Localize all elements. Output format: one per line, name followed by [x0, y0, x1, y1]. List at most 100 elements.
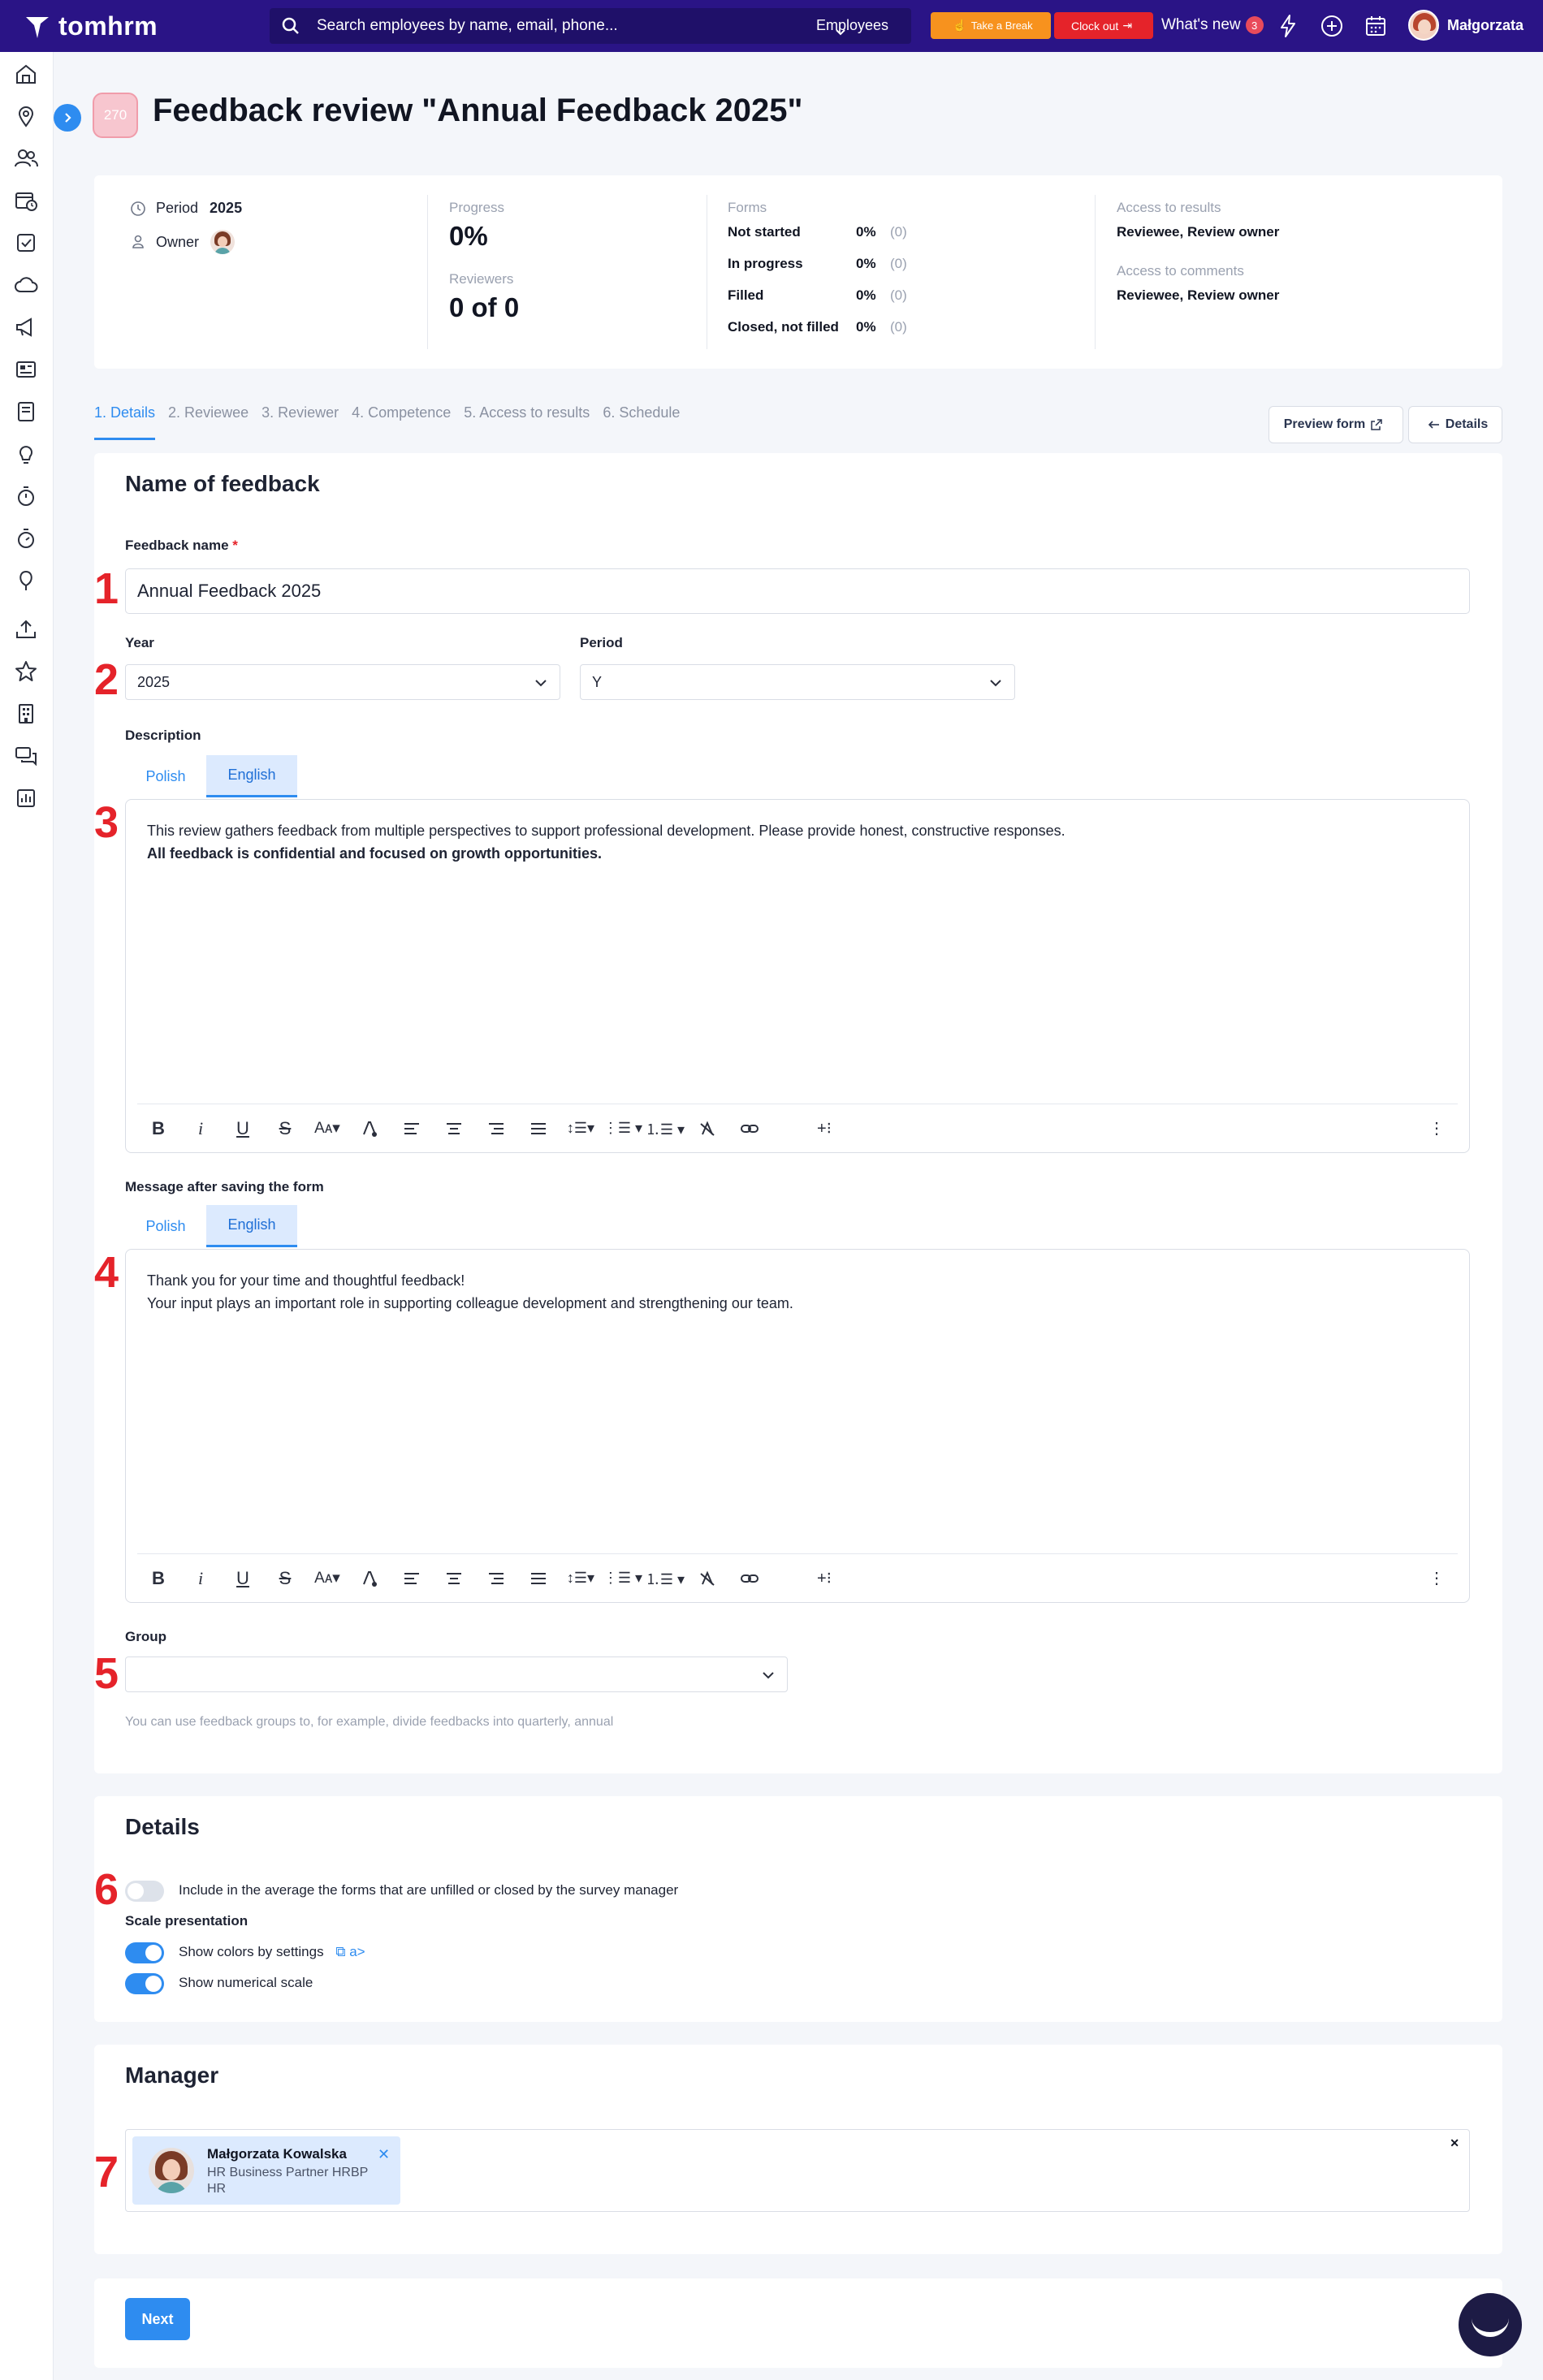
checkbox-icon[interactable]	[14, 231, 40, 257]
tab-access-to-results[interactable]: 5. Access to results	[464, 404, 590, 440]
forms-label: Forms	[728, 200, 767, 215]
home-icon[interactable]	[14, 62, 40, 88]
description-editor[interactable]: This review gathers feedback from multip…	[125, 799, 1470, 1153]
remove-manager-icon[interactable]: ✕	[378, 2146, 390, 2163]
tab-reviewer[interactable]: 3. Reviewer	[261, 404, 339, 440]
user-menu[interactable]: Małgorzata	[1408, 10, 1524, 41]
underline-button[interactable]: U	[222, 1104, 264, 1153]
tab-english[interactable]: English	[206, 1205, 297, 1247]
align-justify-button[interactable]	[517, 1554, 560, 1603]
clear-format-button[interactable]	[686, 1104, 728, 1153]
search-scope-dropdown[interactable]: Employees	[816, 17, 888, 36]
align-right-button[interactable]	[475, 1104, 517, 1153]
lightbulb-icon[interactable]	[14, 442, 40, 468]
cloud-icon[interactable]	[14, 273, 40, 299]
line-height-button[interactable]: ↕☰▾	[560, 1104, 602, 1153]
news-icon[interactable]	[14, 357, 40, 383]
chat-icon[interactable]	[14, 744, 40, 770]
align-justify-icon	[531, 1122, 546, 1134]
bold-button[interactable]: B	[137, 1554, 179, 1603]
align-left-button[interactable]	[391, 1104, 433, 1153]
timer-icon[interactable]	[14, 484, 40, 510]
italic-button[interactable]: i	[179, 1554, 222, 1603]
map-pin-icon[interactable]	[14, 104, 40, 130]
insert-more-button[interactable]: +⁝	[803, 1104, 845, 1153]
forms-row: Filled 0% (0)	[728, 287, 907, 303]
text-color-button[interactable]	[348, 1104, 391, 1153]
message-content[interactable]: Thank you for your time and thoughtful f…	[147, 1269, 793, 1315]
calendar-clock-icon[interactable]	[14, 188, 40, 214]
font-size-button[interactable]: Aᴀ▾	[306, 1104, 348, 1153]
take-break-button[interactable]: ☝ Take a Break	[931, 12, 1051, 39]
next-button[interactable]: Next	[125, 2298, 190, 2340]
clear-format-button[interactable]	[686, 1554, 728, 1603]
more-options-button[interactable]: ⋮	[1415, 1554, 1458, 1603]
align-right-button[interactable]	[475, 1554, 517, 1603]
clock-out-button[interactable]: Clock out ⇥	[1054, 12, 1153, 39]
book-icon[interactable]	[14, 400, 40, 425]
align-center-button[interactable]	[433, 1554, 475, 1603]
clear-selection-icon[interactable]: ✕	[1450, 2136, 1459, 2150]
link-button[interactable]	[728, 1104, 771, 1153]
period-select[interactable]: Y	[580, 664, 1015, 700]
more-options-button[interactable]: ⋮	[1415, 1104, 1458, 1153]
calendar-icon[interactable]	[1363, 13, 1389, 39]
balloon-icon[interactable]	[14, 568, 40, 594]
chevron-down-icon	[990, 680, 1001, 687]
global-search[interactable]: Employees	[270, 8, 911, 44]
add-circle-icon[interactable]	[1319, 13, 1345, 39]
tab-reviewee[interactable]: 2. Reviewee	[168, 404, 249, 440]
underline-button[interactable]: U	[222, 1554, 264, 1603]
details-back-button[interactable]: Details	[1408, 406, 1502, 443]
italic-button[interactable]: i	[179, 1104, 222, 1153]
insert-more-button[interactable]: +⁝	[803, 1554, 845, 1603]
tab-polish[interactable]: Polish	[125, 755, 206, 797]
sidebar-expand-button[interactable]	[54, 104, 81, 132]
link-button[interactable]	[728, 1554, 771, 1603]
tab-english[interactable]: English	[206, 755, 297, 797]
font-size-button[interactable]: Aᴀ▾	[306, 1554, 348, 1603]
settings-link[interactable]: ⧉ a>	[335, 1944, 365, 1959]
numbered-list-button[interactable]: ⒈☰ ▾	[644, 1554, 686, 1603]
chevron-down-icon	[836, 29, 845, 36]
description-content[interactable]: This review gathers feedback from multip…	[147, 819, 1065, 865]
feedback-name-input[interactable]	[125, 568, 1470, 614]
upload-icon[interactable]	[14, 617, 40, 643]
year-select[interactable]: 2025	[125, 664, 560, 700]
tab-polish[interactable]: Polish	[125, 1205, 206, 1247]
stopwatch-icon[interactable]	[14, 526, 40, 552]
preview-form-button[interactable]: Preview form	[1269, 406, 1403, 443]
whats-new-link[interactable]: What's new 3	[1161, 16, 1264, 34]
numbered-list-button[interactable]: ⒈☰ ▾	[644, 1104, 686, 1153]
align-center-button[interactable]	[433, 1104, 475, 1153]
people-icon[interactable]	[14, 146, 40, 172]
user-name: Małgorzata	[1447, 16, 1524, 33]
building-icon[interactable]	[14, 702, 40, 728]
strikethrough-button[interactable]: S	[264, 1554, 306, 1603]
star-icon[interactable]	[14, 659, 40, 685]
line-height-button[interactable]: ↕☰▾	[560, 1554, 602, 1603]
bold-button[interactable]: B	[137, 1104, 179, 1153]
report-icon[interactable]	[14, 786, 40, 812]
support-chat-icon[interactable]	[1459, 2293, 1522, 2356]
message-editor[interactable]: Thank you for your time and thoughtful f…	[125, 1249, 1470, 1603]
strikethrough-button[interactable]: S	[264, 1104, 306, 1153]
owner-avatar[interactable]	[210, 230, 236, 254]
tab-competence[interactable]: 4. Competence	[352, 404, 451, 440]
tab-details[interactable]: 1. Details	[94, 404, 156, 440]
app-logo[interactable]: tomhrm	[23, 11, 158, 41]
manager-select[interactable]: Małgorzata Kowalska HR Business Partner …	[125, 2129, 1470, 2212]
show-numerical-toggle[interactable]	[125, 1973, 164, 1994]
group-select[interactable]	[125, 1656, 788, 1692]
bullet-list-button[interactable]: ⋮☰ ▾	[602, 1554, 644, 1603]
text-color-button[interactable]	[348, 1554, 391, 1603]
lightning-icon[interactable]	[1275, 13, 1301, 39]
align-justify-button[interactable]	[517, 1104, 560, 1153]
align-left-button[interactable]	[391, 1554, 433, 1603]
include-unfilled-toggle[interactable]	[125, 1881, 164, 1902]
bullet-list-button[interactable]: ⋮☰ ▾	[602, 1104, 644, 1153]
megaphone-icon[interactable]	[14, 315, 40, 341]
search-input[interactable]	[317, 15, 739, 37]
show-colors-toggle[interactable]	[125, 1942, 164, 1963]
tab-schedule[interactable]: 6. Schedule	[603, 404, 680, 440]
